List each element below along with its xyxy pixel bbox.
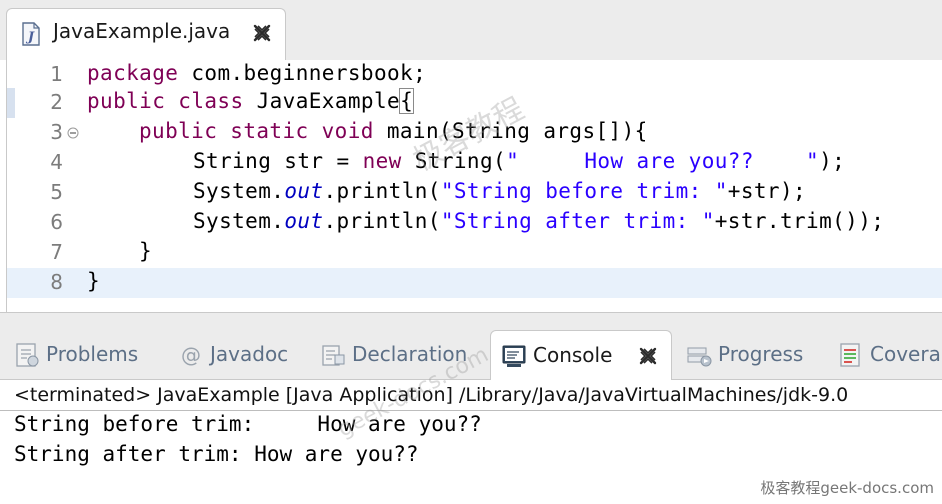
string-literal: "String before trim: " xyxy=(440,179,728,203)
console-icon xyxy=(502,345,526,367)
line-number: 3 xyxy=(50,120,63,144)
progress-icon xyxy=(687,347,712,367)
editor-bottom-edge xyxy=(0,312,942,322)
fold-collapse-icon[interactable] xyxy=(67,127,79,139)
tab-label: Covera xyxy=(870,342,941,366)
tab-label: Console xyxy=(533,343,613,367)
code-text: package com.beginnersbook; xyxy=(87,61,426,85)
string-literal: " How are you?? " xyxy=(506,149,820,173)
keyword: public class xyxy=(87,89,244,113)
console-output-line: String after trim: How are you?? xyxy=(14,442,419,466)
line-number: 8 xyxy=(50,270,63,294)
code-text: System.out.println("String after trim: "… xyxy=(193,209,884,233)
code-fragment: System. xyxy=(193,179,285,203)
tab-label: Javadoc xyxy=(210,342,289,366)
code-fragment: String( xyxy=(401,149,507,173)
code-line: 5 System.out.println("String before trim… xyxy=(7,178,942,208)
string-literal: "String after trim: " xyxy=(440,209,715,233)
keyword: public static void xyxy=(139,119,374,143)
close-icon[interactable] xyxy=(637,345,659,367)
code-fragment: +str); xyxy=(727,179,807,203)
tab-javadoc[interactable]: @ Javadoc xyxy=(168,330,308,380)
declaration-icon xyxy=(322,345,345,366)
tab-coverage[interactable]: Covera xyxy=(828,330,942,380)
code-text: public class JavaExample{ xyxy=(87,88,415,114)
line-number: 1 xyxy=(50,62,63,86)
editor-tab-label: JavaExample.java xyxy=(53,19,231,43)
code-line: 3 public static void main(String args[])… xyxy=(7,118,942,148)
keyword: package xyxy=(87,61,179,85)
tab-declaration[interactable]: Declaration xyxy=(310,330,490,380)
code-line: 4 String str = new String(" How are you?… xyxy=(7,148,942,178)
code-fragment: System. xyxy=(193,209,285,233)
line-number: 4 xyxy=(50,150,63,174)
line-number: 6 xyxy=(50,210,63,234)
tab-console[interactable]: Console xyxy=(490,330,672,380)
at-sign-icon: @ xyxy=(181,343,201,367)
code-fragment: .println( xyxy=(323,179,441,203)
console-view[interactable]: <terminated> JavaExample [Java Applicati… xyxy=(0,380,942,504)
matching-bracket: { xyxy=(399,88,415,114)
tab-label: Problems xyxy=(46,342,139,366)
coverage-icon xyxy=(840,343,860,367)
code-editor[interactable]: 1 package com.beginnersbook; 2 public cl… xyxy=(6,60,942,312)
code-line: 2 public class JavaExample{ xyxy=(7,88,942,118)
line-number: 7 xyxy=(50,240,63,264)
panel-tab-bar: Problems @ Javadoc Declaration Console P… xyxy=(0,322,942,380)
tab-java-example[interactable]: J JavaExample.java xyxy=(6,8,286,60)
tab-problems[interactable]: Problems xyxy=(4,330,164,380)
code-line: 7 } xyxy=(7,238,942,268)
java-file-icon: J xyxy=(22,22,40,46)
tab-label: Progress xyxy=(718,342,804,366)
tab-progress[interactable]: Progress xyxy=(676,330,826,380)
code-fragment: String str = xyxy=(193,149,363,173)
code-text: } xyxy=(139,239,153,263)
code-fragment: JavaExample xyxy=(243,89,401,113)
code-fragment: .println( xyxy=(323,209,441,233)
code-fragment: main(String args[]){ xyxy=(373,119,648,143)
watermark-text: 极客教程geek-docs.com xyxy=(760,479,934,497)
keyword: new xyxy=(362,149,402,173)
line-number: 2 xyxy=(50,90,63,114)
code-text: String str = new String(" How are you?? … xyxy=(193,149,845,173)
svg-text:@: @ xyxy=(181,343,201,367)
code-fragment: ); xyxy=(819,149,846,173)
editor-tab-bar: J JavaExample.java xyxy=(0,0,942,60)
code-fragment: com.beginnersbook; xyxy=(178,61,427,85)
code-fragment: +str.trim()); xyxy=(714,209,885,233)
static-field: out xyxy=(284,209,324,233)
close-icon[interactable] xyxy=(251,22,273,44)
code-line-current: 8 } xyxy=(7,268,942,298)
static-field: out xyxy=(284,179,324,203)
tab-label: Declaration xyxy=(352,342,468,366)
code-line: 1 package com.beginnersbook; xyxy=(7,60,942,90)
divider xyxy=(0,410,942,411)
code-text: } xyxy=(87,269,101,293)
problems-icon xyxy=(16,343,39,367)
console-status: <terminated> JavaExample [Java Applicati… xyxy=(14,384,849,406)
code-line: 6 System.out.println("String after trim:… xyxy=(7,208,942,238)
line-number: 5 xyxy=(50,180,63,204)
code-text: public static void main(String args[]){ xyxy=(139,119,648,143)
code-text: System.out.println("String before trim: … xyxy=(193,179,806,203)
console-output-line: String before trim: How are you?? xyxy=(14,412,482,436)
